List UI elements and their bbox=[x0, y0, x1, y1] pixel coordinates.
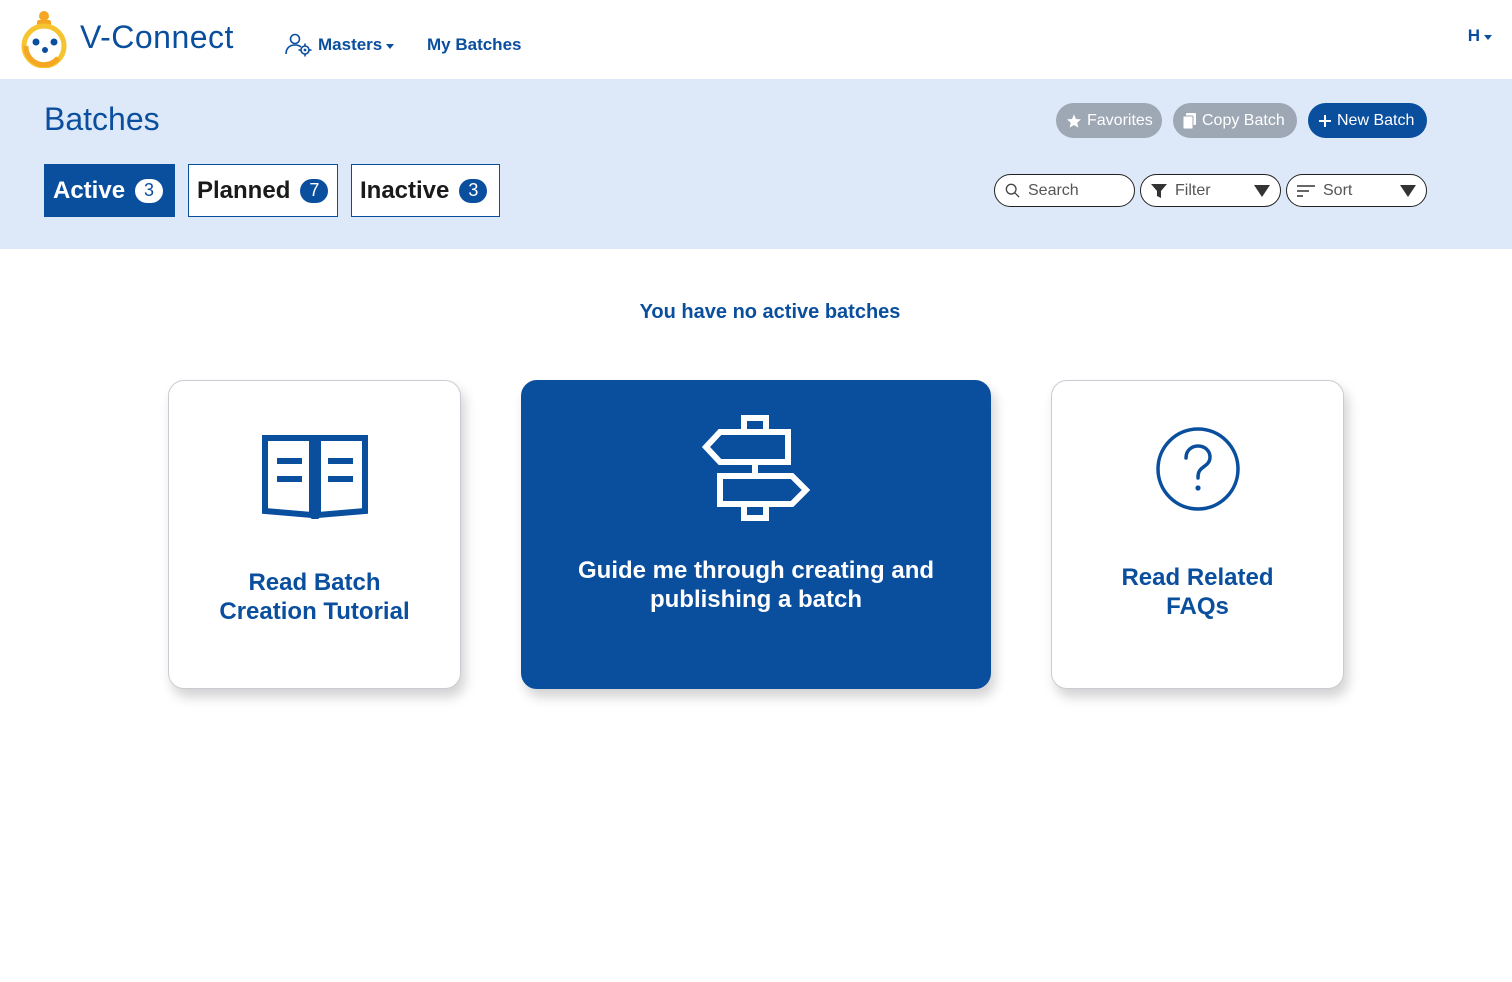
tab-active-count-badge: 3 bbox=[135, 178, 164, 203]
tab-inactive-count-badge: 3 bbox=[459, 178, 488, 203]
brand-name: V-Connect bbox=[80, 18, 234, 55]
nav-my-batches-link[interactable]: My Batches bbox=[427, 35, 521, 55]
tab-active-label: Active bbox=[53, 176, 126, 204]
users-gear-icon bbox=[285, 33, 312, 57]
chevron-down-icon bbox=[386, 43, 395, 49]
tab-inactive[interactable]: Inactive 3 bbox=[351, 164, 500, 217]
search-icon bbox=[1005, 183, 1020, 198]
empty-state-message: You have no active batches bbox=[639, 301, 901, 323]
caret-down-icon bbox=[1254, 184, 1270, 197]
v-connect-logo-icon bbox=[21, 11, 67, 68]
plus-icon bbox=[1319, 114, 1331, 127]
copy-batch-label: Copy Batch bbox=[1202, 111, 1285, 129]
page-header: Batches Favorites Copy Batch New Batch A… bbox=[0, 79, 1512, 249]
tab-inactive-label: Inactive bbox=[360, 176, 450, 204]
filter-icon bbox=[1151, 183, 1167, 198]
tab-active[interactable]: Active 3 bbox=[44, 164, 175, 217]
read-faqs-line1: Read Related bbox=[1121, 564, 1274, 591]
sort-label: Sort bbox=[1323, 181, 1353, 199]
brand-logo-link[interactable]: V-Connect bbox=[18, 6, 234, 68]
nav-masters-label: Masters bbox=[318, 35, 383, 54]
read-tutorial-text: Read Batch Creation Tutorial bbox=[169, 568, 460, 626]
page-title: Batches bbox=[44, 101, 160, 137]
filter-label: Filter bbox=[1175, 181, 1211, 199]
new-batch-label: New Batch bbox=[1337, 111, 1415, 129]
guided-creation-text: Guide me through creating and publishing… bbox=[522, 556, 990, 614]
caret-down-icon bbox=[1400, 184, 1416, 197]
filter-dropdown[interactable]: Filter bbox=[1140, 174, 1281, 207]
sort-dropdown[interactable]: Sort bbox=[1286, 174, 1427, 207]
star-icon bbox=[1067, 113, 1081, 128]
new-batch-button[interactable]: New Batch bbox=[1308, 103, 1427, 138]
tab-planned-label: Planned bbox=[197, 176, 291, 204]
guided-creation-line2: publishing a batch bbox=[649, 586, 862, 613]
open-book-icon bbox=[261, 435, 368, 519]
read-faqs-line2: FAQs bbox=[1166, 593, 1229, 620]
copy-icon bbox=[1183, 112, 1196, 129]
read-faqs-card[interactable]: Read Related FAQs bbox=[1051, 380, 1344, 689]
tab-planned-count-badge: 7 bbox=[300, 178, 329, 203]
read-tutorial-line1: Read Batch bbox=[248, 569, 381, 596]
nav-masters-dropdown[interactable]: Masters bbox=[284, 32, 395, 58]
read-tutorial-card[interactable]: Read Batch Creation Tutorial bbox=[168, 380, 461, 689]
guided-creation-line1: Guide me through creating and bbox=[577, 557, 935, 584]
tab-planned[interactable]: Planned 7 bbox=[188, 164, 338, 217]
read-faqs-text: Read Related FAQs bbox=[1052, 563, 1343, 621]
top-navbar: V-Connect Masters My Batches H bbox=[0, 0, 1512, 79]
user-menu-dropdown[interactable]: H bbox=[1468, 26, 1492, 46]
signpost-icon bbox=[702, 415, 810, 521]
copy-batch-button[interactable]: Copy Batch bbox=[1173, 103, 1297, 138]
guided-creation-card[interactable]: Guide me through creating and publishing… bbox=[521, 380, 991, 689]
favorites-label: Favorites bbox=[1087, 111, 1153, 129]
user-initial: H bbox=[1467, 26, 1480, 45]
sort-lines-icon bbox=[1297, 184, 1315, 197]
search-input[interactable] bbox=[1028, 181, 1124, 200]
chevron-down-icon bbox=[1484, 34, 1492, 40]
search-box bbox=[994, 174, 1135, 207]
question-circle-icon bbox=[1155, 427, 1240, 511]
favorites-button[interactable]: Favorites bbox=[1056, 103, 1162, 138]
read-tutorial-line2: Creation Tutorial bbox=[219, 598, 410, 625]
